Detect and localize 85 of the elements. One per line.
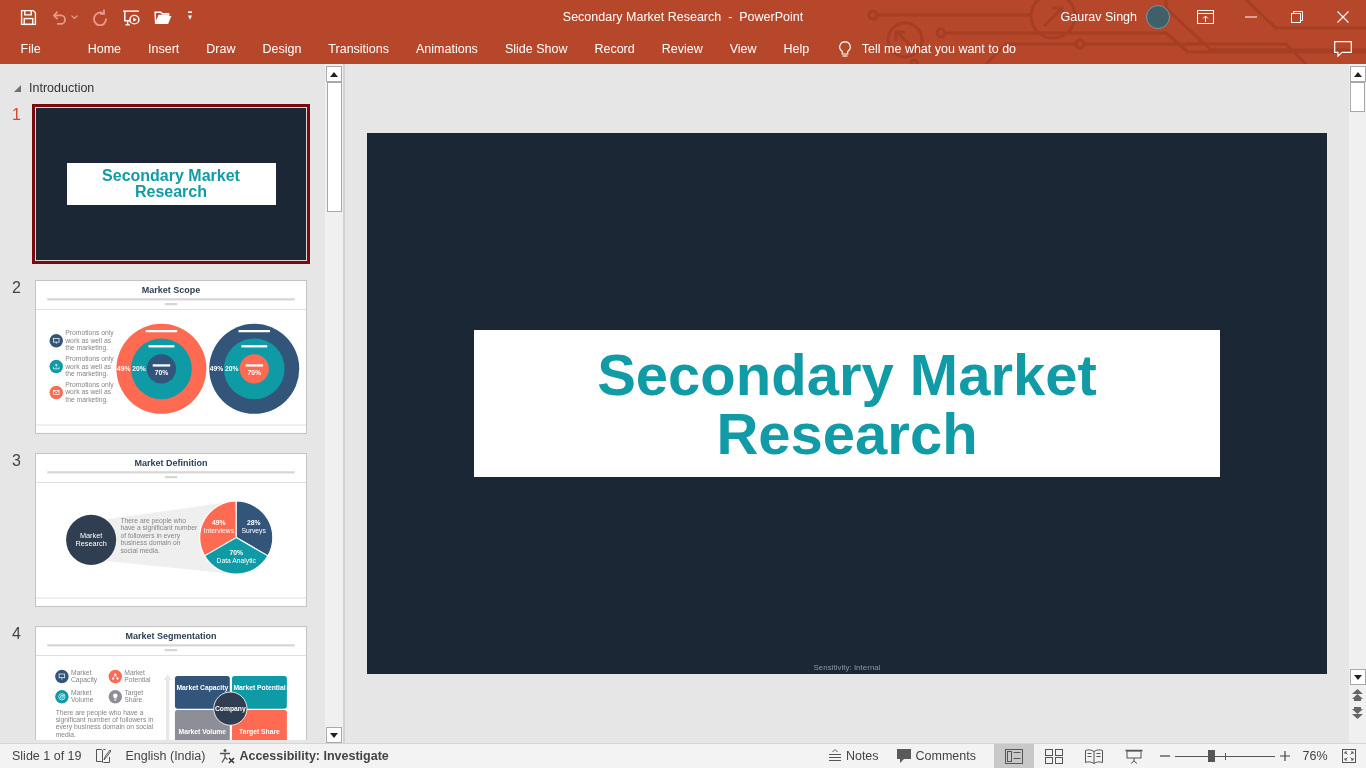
screen-play-icon[interactable]: [122, 8, 140, 26]
label-line-drawing: [148, 345, 175, 348]
ribbon-tab[interactable]: View: [716, 37, 771, 61]
slide-thumbnail[interactable]: [32, 623, 310, 743]
ribbon-tab[interactable]: Slide Show: [491, 37, 581, 61]
ribbon-tab[interactable]: Record: [580, 37, 649, 61]
accessibility-icon: [219, 748, 236, 764]
label-line-drawing: [145, 330, 178, 333]
ribbon-display-options-icon[interactable]: [1196, 10, 1214, 24]
notes-icon: [828, 749, 841, 763]
slide-title: Market Scope: [141, 284, 201, 295]
slide-title: Secondary Market Research: [101, 168, 241, 200]
ribbon-tab[interactable]: Draw: [192, 37, 249, 61]
label-line-drawing: [238, 330, 270, 333]
up-triangle-icon: [330, 71, 338, 77]
zoom-slider-thumb[interactable]: [1208, 750, 1215, 762]
fit-to-window-icon[interactable]: [1342, 749, 1356, 763]
label-line-drawing: [241, 345, 268, 348]
slide-title: Market Definition: [134, 457, 208, 468]
scrollbar-thumb[interactable]: [326, 82, 342, 212]
accessibility-button[interactable]: Accessibility: Investigate: [219, 745, 389, 767]
envelope-icon: [49, 385, 63, 400]
slide-number: 4: [12, 624, 22, 644]
ribbon-tab[interactable]: Help: [770, 37, 823, 61]
double-up-arrow-icon: [1352, 689, 1363, 701]
down-triangle-icon: [1353, 674, 1362, 680]
normal-view-button[interactable]: [994, 744, 1034, 768]
hub-circle: [66, 514, 117, 565]
ribbon-tab[interactable]: Home: [74, 37, 135, 61]
zoom-percent-button[interactable]: 76%: [1300, 749, 1330, 763]
double-down-arrow-icon: [1352, 707, 1363, 719]
book-pencil-icon[interactable]: [94, 748, 111, 764]
ribbon-tab[interactable]: Insert: [134, 37, 193, 61]
scroll-down-button[interactable]: [326, 727, 342, 743]
scroll-down-button[interactable]: [1349, 669, 1366, 685]
slide-counter: Slide 1 of 19: [12, 749, 82, 763]
language-button[interactable]: English (India): [125, 749, 206, 763]
vertical-arrow: [163, 674, 172, 740]
ribbon-tab[interactable]: Design: [248, 37, 315, 61]
save-icon[interactable]: [20, 8, 37, 26]
window-title: Secondary Market Research - PowerPoint: [562, 10, 804, 24]
section-header[interactable]: Introduction: [29, 81, 95, 95]
upload-tray-icon: [49, 359, 63, 374]
presentation-board-icon: [49, 333, 63, 348]
slide-panels-icon: [1005, 748, 1023, 764]
restore-icon[interactable]: [1291, 11, 1303, 23]
speech-bubble-icon[interactable]: [1334, 41, 1352, 57]
user-name[interactable]: Gaurav Singh: [1060, 10, 1137, 24]
file-tab[interactable]: File: [7, 37, 55, 61]
slide-number: 1: [12, 105, 22, 124]
ribbon-tab[interactable]: Review: [648, 37, 717, 61]
close-icon[interactable]: [1337, 11, 1349, 23]
folder-icon[interactable]: [154, 8, 172, 26]
label-line-drawing: [152, 364, 171, 367]
scrollbar-thumb[interactable]: [1350, 82, 1365, 112]
open-book-icon: [1085, 748, 1103, 764]
slide-title: Market Segmentation: [125, 630, 217, 641]
slide-thumbnail[interactable]: Secondary Market Research: [32, 104, 310, 264]
scroll-up-button[interactable]: [326, 66, 342, 82]
lightbulb-icon[interactable]: [838, 40, 851, 58]
grid-icon: [1045, 748, 1063, 764]
slide-canvas[interactable]: Secondary Market Research Sensitivity: Internal: [367, 133, 1327, 674]
sensitivity-label: Sensitivity: Internal: [813, 662, 881, 672]
scroll-up-button[interactable]: [1349, 66, 1366, 82]
comments-button[interactable]: Comments: [896, 745, 976, 767]
slide-title[interactable]: Secondary Market Research: [504, 344, 1190, 463]
center-circle: [213, 691, 248, 726]
tell-me-field[interactable]: Tell me what you want to do: [861, 39, 1042, 59]
plus-icon[interactable]: [1280, 751, 1290, 761]
lightbulb-icon: [108, 690, 123, 704]
speech-bubble-icon: [896, 749, 911, 763]
network-nodes-icon: [108, 669, 123, 684]
triangle-icon[interactable]: [14, 84, 21, 92]
projector-screen-icon: [1125, 748, 1143, 764]
presentation-board-icon: [55, 669, 69, 684]
notes-button[interactable]: Notes: [828, 745, 879, 767]
slide-number: 2: [12, 278, 22, 297]
ribbon-tab[interactable]: Animations: [402, 37, 492, 61]
ribbon-tab[interactable]: Transitions: [314, 37, 403, 61]
down-triangle-icon: [330, 732, 338, 738]
label-line-drawing: [245, 364, 263, 367]
slide-number: 3: [12, 451, 22, 470]
up-triangle-icon: [1353, 71, 1362, 77]
target-icon: [55, 690, 69, 704]
title-box[interactable]: Secondary Market Research: [474, 330, 1220, 477]
